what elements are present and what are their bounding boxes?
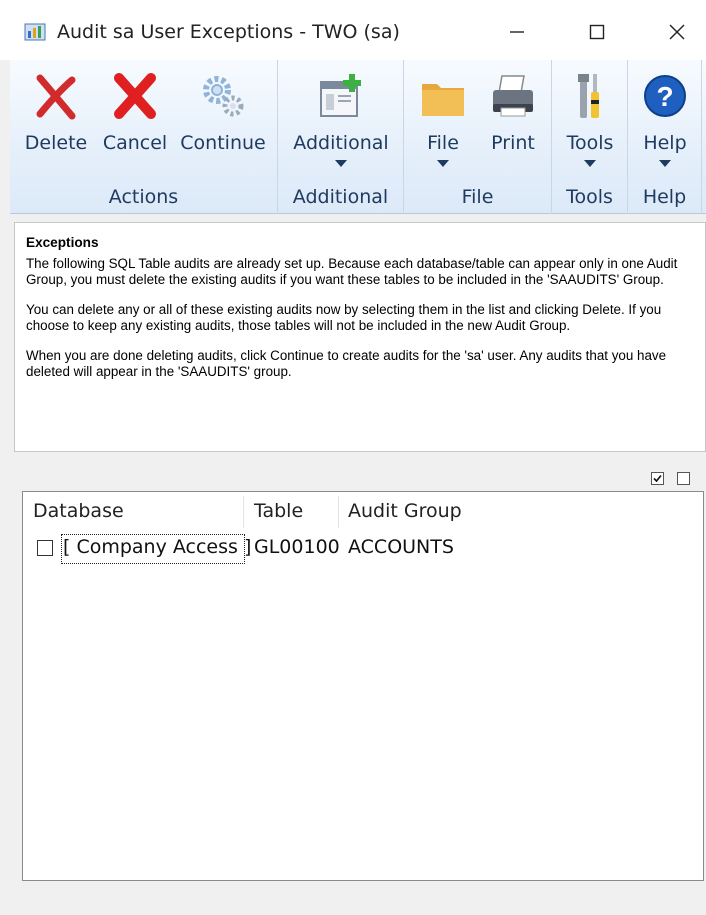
tools-button[interactable]: Tools [558,64,622,167]
mark-all-checkbox[interactable] [651,472,664,485]
column-divider[interactable] [338,496,339,528]
chevron-down-icon [335,160,347,167]
column-header-database[interactable]: Database [33,500,124,522]
exceptions-info-panel: Exceptions The following SQL Table audit… [14,222,706,452]
print-label: Print [491,132,535,154]
folder-icon [422,84,464,116]
close-icon [669,24,685,40]
continue-button[interactable]: Continue [180,64,266,154]
app-icon [24,23,46,41]
exceptions-list[interactable]: Database Table Audit Group [ Company Acc… [22,491,704,881]
ribbon-group-help: ? Help Help [628,60,702,214]
file-button[interactable]: File [414,64,472,167]
info-paragraph: The following SQL Table audits are alrea… [26,256,678,287]
title-bar: Audit sa User Exceptions - TWO (sa) [0,0,706,60]
print-button[interactable]: Print [484,64,542,154]
column-divider[interactable] [243,496,244,528]
cancel-icon [114,73,156,119]
chevron-down-icon [584,160,596,167]
delete-label: Delete [24,132,88,154]
additional-group-label: Additional [292,186,389,208]
cancel-label: Cancel [102,132,168,154]
file-group-label: File [461,186,494,208]
actions-group-label: Actions [108,186,179,208]
help-label: Help [643,132,687,154]
column-header-table[interactable]: Table [254,500,303,522]
row-audit-group: ACCOUNTS [348,536,454,558]
info-paragraph: When you are done deleting audits, click… [26,348,667,379]
tools-icon [578,74,599,118]
additional-button[interactable]: Additional [290,64,392,167]
file-label: File [427,132,459,154]
close-button[interactable] [654,14,700,50]
additional-window-icon [320,74,361,117]
minimize-icon [510,31,524,33]
info-paragraph: You can delete any or all of these exist… [26,302,662,333]
gears-icon [203,76,244,117]
help-icon: ? [644,75,686,117]
row-table: GL00100 [254,536,340,558]
unmark-all-checkbox[interactable] [677,472,690,485]
ribbon-group-file: File Print File [404,60,552,214]
additional-label: Additional [293,132,389,154]
help-group-label: Help [642,186,687,208]
cancel-button[interactable]: Cancel [102,64,168,154]
maximize-icon [589,24,605,40]
row-checkbox[interactable] [37,540,53,556]
checkmark-icon [653,474,662,483]
chevron-down-icon [659,160,671,167]
ribbon-group-actions: Delete Cancel Continue Actions [10,60,278,214]
exceptions-heading: Exceptions [26,235,99,250]
maximize-button[interactable] [574,14,620,50]
window-title: Audit sa User Exceptions - TWO (sa) [57,21,400,43]
printer-icon [493,75,533,117]
svg-text:?: ? [656,81,673,112]
help-button[interactable]: ? Help [634,64,696,167]
chevron-down-icon [437,160,449,167]
minimize-button[interactable] [494,14,540,50]
tools-label: Tools [566,132,614,154]
ribbon: Delete Cancel Continue Actions Additiona… [10,60,706,214]
ribbon-group-additional: Additional Additional [278,60,404,214]
ribbon-group-tools: Tools Tools [552,60,628,214]
column-header-audit-group[interactable]: Audit Group [348,500,462,522]
continue-label: Continue [180,132,266,154]
row-database: [ Company Access ] [63,536,252,558]
tools-group-label: Tools [566,186,613,208]
delete-button[interactable]: Delete [24,64,88,154]
delete-icon [36,74,76,120]
